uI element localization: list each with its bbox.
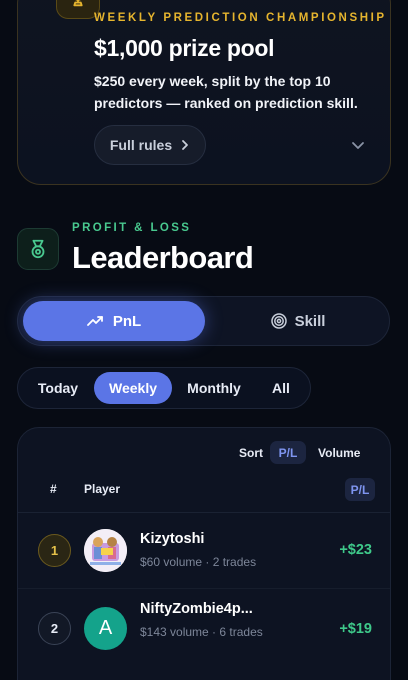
chevron-right-icon <box>182 140 189 150</box>
prize-description: $250 every week, split by the top 10 pre… <box>94 73 358 111</box>
avatar: A <box>84 607 127 650</box>
player-meta: $60 volume · 2 trades <box>140 555 257 569</box>
player-meta: $143 volume · 6 trades <box>140 625 263 639</box>
trending-up-icon <box>86 316 103 326</box>
leaderboard-eyebrow: PROFIT & LOSS <box>72 222 192 234</box>
prize-card: WEEKLY PREDICTION CHAMPIONSHIP $1,000 pr… <box>17 0 391 185</box>
rank-badge: 1 <box>38 534 71 567</box>
player-name: NiftyZombie4p... <box>140 601 253 617</box>
column-rank: # <box>50 482 57 496</box>
prize-title: $1,000 prize pool <box>94 35 275 61</box>
prize-eyebrow: WEEKLY PREDICTION CHAMPIONSHIP <box>94 12 387 24</box>
tab-all[interactable]: All <box>256 372 306 404</box>
sort-label: Sort <box>239 446 263 460</box>
player-name: Kizytoshi <box>140 531 205 547</box>
pl-value: +$23 <box>339 542 372 558</box>
period-tabs: Today Weekly Monthly All <box>17 367 311 409</box>
pl-value: +$19 <box>339 621 372 637</box>
rank-badge: 2 <box>38 612 71 645</box>
full-rules-label: Full rules <box>109 137 173 153</box>
tab-weekly[interactable]: Weekly <box>94 372 172 404</box>
page-title: Leaderboard <box>72 240 254 275</box>
full-rules-button[interactable]: Full rules <box>94 125 206 165</box>
mode-skill-label: Skill <box>294 312 326 330</box>
sort-pl-button[interactable]: P/L <box>270 441 306 464</box>
mode-toggle: PnL Skill <box>17 296 390 346</box>
tab-today[interactable]: Today <box>24 372 92 404</box>
header-divider <box>18 512 390 513</box>
chevron-down-icon[interactable] <box>349 136 367 154</box>
leaderboard-table: Sort P/L Volume # Player P/L 1 Kizytoshi… <box>17 427 391 680</box>
row-divider <box>18 588 390 589</box>
table-row[interactable]: 1 Kizytoshi $60 volume · 2 trades +$23 <box>18 516 390 586</box>
sort-volume-button[interactable]: Volume <box>318 446 360 460</box>
mode-pnl-button[interactable]: PnL <box>23 301 205 341</box>
mode-pnl-label: PnL <box>112 312 142 330</box>
mode-skill-button[interactable]: Skill <box>210 301 386 341</box>
table-row[interactable]: 2 A NiftyZombie4p... $143 volume · 6 tra… <box>18 591 390 661</box>
column-pl[interactable]: P/L <box>345 478 375 501</box>
medal-icon <box>17 228 59 270</box>
target-icon <box>270 313 287 329</box>
column-player: Player <box>84 482 121 496</box>
tab-monthly[interactable]: Monthly <box>176 372 252 404</box>
avatar <box>84 529 127 572</box>
